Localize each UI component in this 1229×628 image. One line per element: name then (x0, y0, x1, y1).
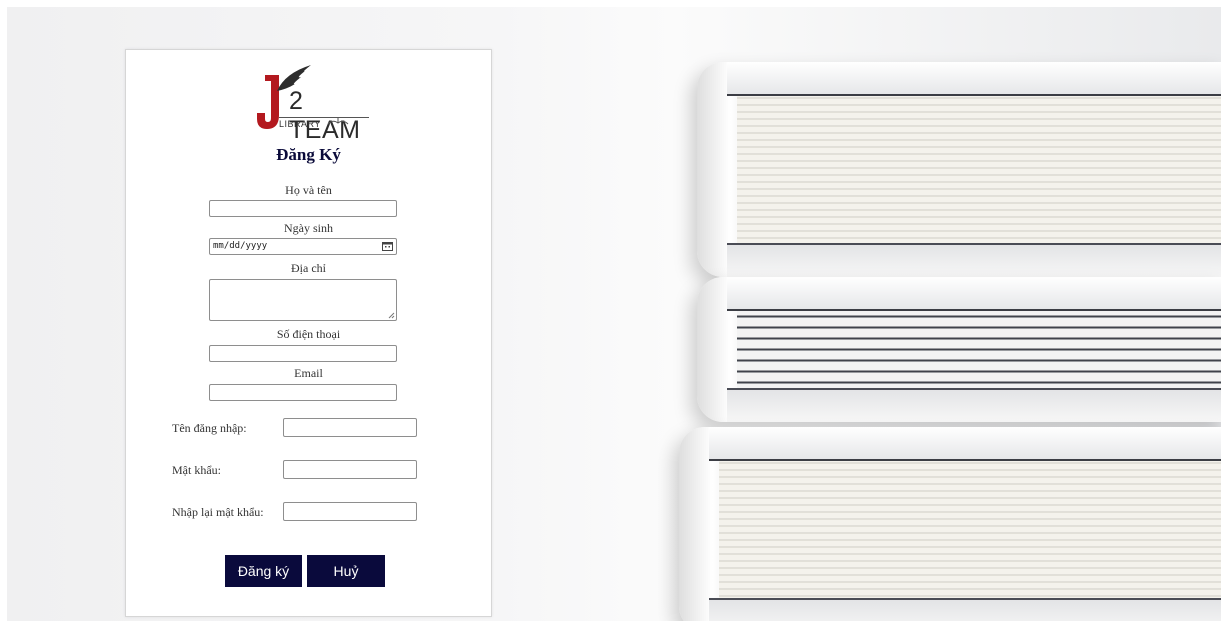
confirm-password-input[interactable] (283, 502, 417, 521)
username-label: Tên đăng nhập: (172, 421, 247, 435)
register-card: 2 TEAM LIBRARY Đăng Ký Họ và tên Ngày si… (125, 49, 492, 617)
fullname-label: Họ và tên (285, 183, 332, 197)
address-textarea[interactable] (209, 279, 397, 321)
password-input[interactable] (283, 460, 417, 479)
calendar-icon[interactable] (382, 241, 393, 251)
birthday-label: Ngày sinh (284, 221, 333, 235)
logo-subtext: LIBRARY (279, 117, 369, 129)
fullname-input[interactable] (209, 200, 397, 217)
birthday-placeholder: mm/dd/yyyy (213, 241, 268, 251)
email-input[interactable] (209, 384, 397, 401)
password-label: Mật khẩu: (172, 463, 221, 477)
logo: 2 TEAM LIBRARY (253, 63, 373, 144)
username-input[interactable] (283, 418, 417, 437)
phone-label: Số điện thoại (276, 327, 341, 341)
book-icon (327, 118, 349, 125)
address-label: Địa chỉ (291, 261, 326, 275)
confirm-password-label: Nhập lại mật khẩu: (172, 505, 264, 519)
binders-image (667, 47, 1221, 621)
email-label: Email (294, 366, 323, 380)
register-button[interactable]: Đăng ký (225, 555, 302, 587)
form-title: Đăng Ký (276, 145, 341, 164)
resize-grip-icon[interactable] (388, 312, 395, 319)
birthday-input[interactable]: mm/dd/yyyy (209, 238, 397, 255)
phone-input[interactable] (209, 345, 397, 362)
cancel-button[interactable]: Huỷ (307, 555, 385, 587)
